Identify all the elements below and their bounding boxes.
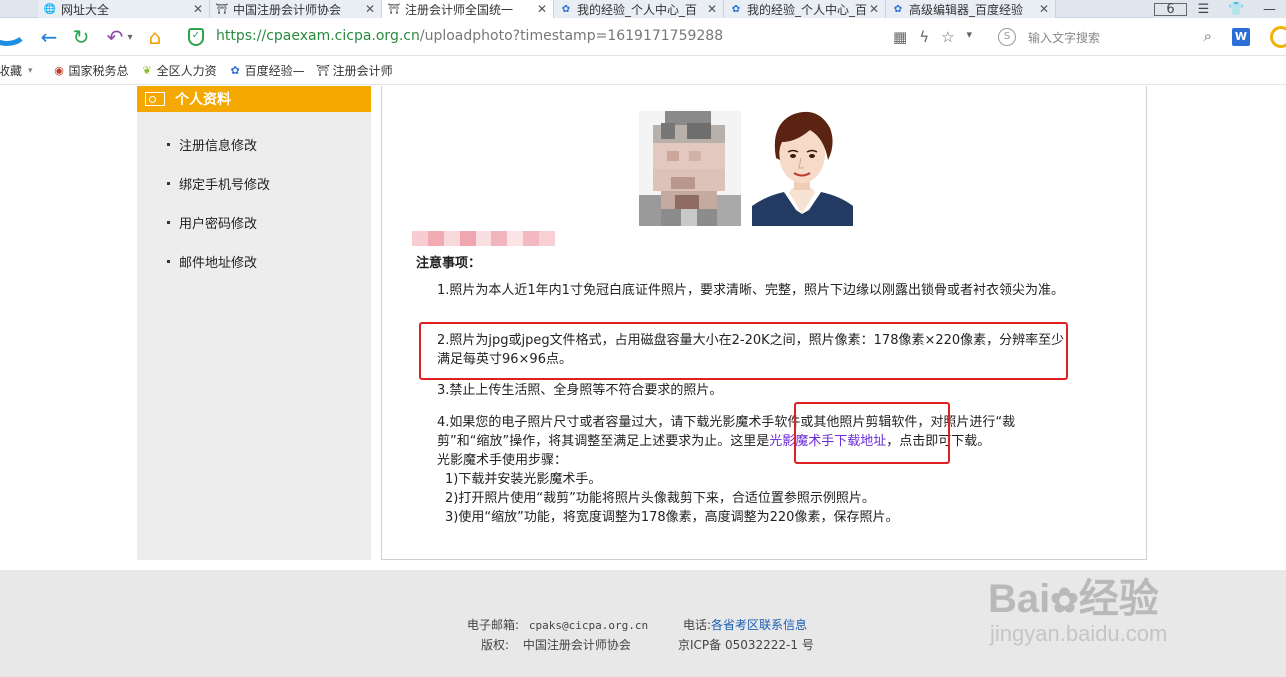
bookmarks-bar: 收藏 ▾ ◉ 国家税务总 ❦ 全区人力资 ✿ 百度经验— ⛩ 注册会计师 [0, 57, 1286, 85]
sidebar-item-registration-info[interactable]: 注册信息修改 [167, 135, 257, 154]
close-tab-icon[interactable]: ✕ [365, 0, 375, 18]
bookmark-item[interactable]: ◉ 国家税务总 [53, 62, 128, 79]
close-tab-icon[interactable]: ✕ [707, 0, 717, 18]
bookmark-favorites[interactable]: 收藏 ▾ [0, 62, 33, 79]
chevron-down-icon[interactable]: ▾ [124, 26, 136, 48]
leaf-icon: ❦ [142, 64, 152, 77]
tab-title: 注册会计师全国统一 [405, 2, 514, 17]
url-field[interactable]: https://cpaexam.cicpa.org.cn/uploadphoto… [216, 28, 723, 44]
sample-photo [752, 102, 853, 226]
notice-item-3: 3.禁止上传生活照、全身照等不符合要求的照片。 [437, 383, 723, 398]
close-tab-icon[interactable]: ✕ [869, 0, 879, 18]
cicpa-icon: ⛩ [316, 64, 331, 77]
notice-title: 注意事项： [416, 256, 482, 271]
baidu-paw-icon: ✿ [893, 3, 903, 15]
contact-info-link[interactable]: 各省考区联系信息 [711, 618, 807, 632]
star-icon[interactable]: ☆ [941, 28, 954, 46]
footer-phone: 电话:各省考区联系信息 [683, 618, 808, 632]
back-icon[interactable]: ← [38, 25, 60, 49]
notice-item-4: 4.如果您的电子照片尺寸或者容量过大，请下载光影魔术手软件或其他照片剪辑软件，对… [437, 413, 1067, 451]
address-bar: ← ↻ ↶ ▾ ⌂ ✓ https://cpaexam.cicpa.org.cn… [0, 18, 1286, 56]
footer-email-address: cpaks@cicpa.org.cn [528, 619, 649, 632]
baidu-watermark-url: jingyan.baidu.com [990, 621, 1168, 646]
tab-count-button[interactable]: 6 [1154, 2, 1187, 17]
footer-email: 电子邮箱: cpaks@cicpa.org.cn [467, 618, 649, 632]
minimize-icon[interactable]: — [1253, 2, 1286, 17]
paw-icon: ✿ [1050, 582, 1079, 620]
qr-code-icon[interactable]: ▦ [893, 28, 907, 46]
home-icon[interactable]: ⌂ [144, 25, 166, 49]
sidebar: 个人资料 注册信息修改 绑定手机号修改 用户密码修改 邮件地址修改 [137, 86, 371, 560]
cicpa-icon: ⛩ [387, 3, 401, 15]
url-scheme: https:// [216, 28, 267, 44]
chevron-down-icon[interactable]: ▾ [967, 28, 973, 46]
sidebar-heading: 个人资料 [137, 86, 371, 112]
blurred-name [412, 231, 556, 246]
tab-bar: 🌐 网址大全 ✕ ⛩ 中国注册会计师协会 ✕ ⛩ 注册会计师全国统一 ✕ ✿ 我… [0, 0, 1286, 18]
notice-item-1: 1.照片为本人近1年内1寸免冠白底证件照片，要求清晰、完整，照片下边缘以刚露出锁… [437, 283, 1064, 298]
footer-icp: 京ICP备 05032222-1 号 [678, 638, 814, 652]
menu-icon[interactable]: ☰ [1187, 2, 1220, 17]
search-icon[interactable]: ⌕ [1204, 27, 1212, 45]
bullet [167, 143, 170, 146]
url-host: cpaexam.cicpa.org.cn [266, 28, 420, 44]
browser-logo-icon [0, 14, 28, 46]
sidebar-item-email[interactable]: 邮件地址修改 [167, 252, 257, 271]
skin-icon[interactable]: 👕 [1220, 2, 1253, 17]
chevron-down-icon: ▾ [28, 65, 33, 76]
step-item: 2)打开照片使用“裁剪”功能将照片头像裁剪下来，合适位置参照示例照片。 [445, 491, 875, 506]
extension-icon[interactable] [1270, 26, 1286, 48]
cicpa-icon: ⛩ [215, 3, 229, 15]
refresh-icon[interactable]: ↻ [70, 25, 92, 49]
globe-icon: 🌐 [43, 3, 57, 15]
close-tab-icon[interactable]: ✕ [193, 0, 203, 18]
steps-title: 光影魔术手使用步骤： [437, 453, 568, 468]
step-item: 1)下载并安装光影魔术手。 [445, 472, 602, 487]
footer-copyright: 版权: 中国注册会计师协会 [481, 638, 631, 652]
bullet [167, 260, 170, 263]
browser-tab[interactable]: ✿ 高级编辑器_百度经验 ✕ [886, 0, 1056, 18]
bookmark-item[interactable]: ❦ 全区人力资 [141, 62, 216, 79]
search-input[interactable]: 输入文字搜索 [1028, 29, 1100, 46]
close-tab-icon[interactable]: ✕ [1039, 0, 1049, 18]
search-box[interactable]: S 输入文字搜索 ⌕ [998, 26, 1216, 48]
step-item: 3)使用“缩放”功能，将宽度调整为178像素，高度调整为220像素，保存照片。 [445, 510, 899, 525]
search-engine-icon[interactable]: S [998, 28, 1016, 46]
browser-tab-active[interactable]: ⛩ 注册会计师全国统一 ✕ [382, 0, 554, 18]
secure-shield-icon: ✓ [188, 28, 204, 46]
browser-tab[interactable]: 🌐 网址大全 ✕ [38, 0, 210, 18]
browser-tab[interactable]: ⛩ 中国注册会计师协会 ✕ [210, 0, 382, 18]
address-bar-tools: ▦ ϟ ☆ ▾ [893, 28, 972, 46]
browser-tab[interactable]: ✿ 我的经验_个人中心_百 ✕ [554, 0, 724, 18]
id-card-icon [145, 92, 165, 106]
tab-title: 我的经验_个人中心_百 [747, 2, 868, 17]
window-controls: 6 ☰ 👕 — [1154, 0, 1286, 18]
tab-title: 中国注册会计师协会 [233, 2, 342, 17]
bullet [167, 182, 170, 185]
lightning-icon[interactable]: ϟ [919, 28, 929, 46]
sidebar-item-bind-phone[interactable]: 绑定手机号修改 [167, 174, 270, 193]
tab-title: 网址大全 [61, 2, 110, 17]
sidebar-item-password[interactable]: 用户密码修改 [167, 213, 257, 232]
highlight-box-format [419, 322, 1068, 380]
baidu-paw-icon: ✿ [230, 64, 240, 77]
bookmark-item[interactable]: ⛩ 注册会计师 [316, 62, 393, 79]
baidu-paw-icon: ✿ [731, 3, 741, 15]
tab-title: 我的经验_个人中心_百 [577, 2, 698, 17]
bookmark-item[interactable]: ✿ 百度经验— [229, 62, 304, 79]
close-tab-icon[interactable]: ✕ [537, 0, 547, 18]
url-path: /uploadphoto?timestamp=1619171759288 [419, 28, 724, 44]
office-extension-icon[interactable]: W [1232, 28, 1250, 46]
tab-title: 高级编辑器_百度经验 [909, 2, 1024, 17]
uploaded-photo[interactable] [639, 111, 741, 226]
baidu-watermark: Bai✿经验 [988, 577, 1159, 621]
browser-tab[interactable]: ✿ 我的经验_个人中心_百 ✕ [724, 0, 886, 18]
undo-icon[interactable]: ↶ [104, 25, 126, 49]
emblem-icon: ◉ [54, 64, 64, 77]
baidu-paw-icon: ✿ [561, 3, 571, 15]
bullet [167, 221, 170, 224]
